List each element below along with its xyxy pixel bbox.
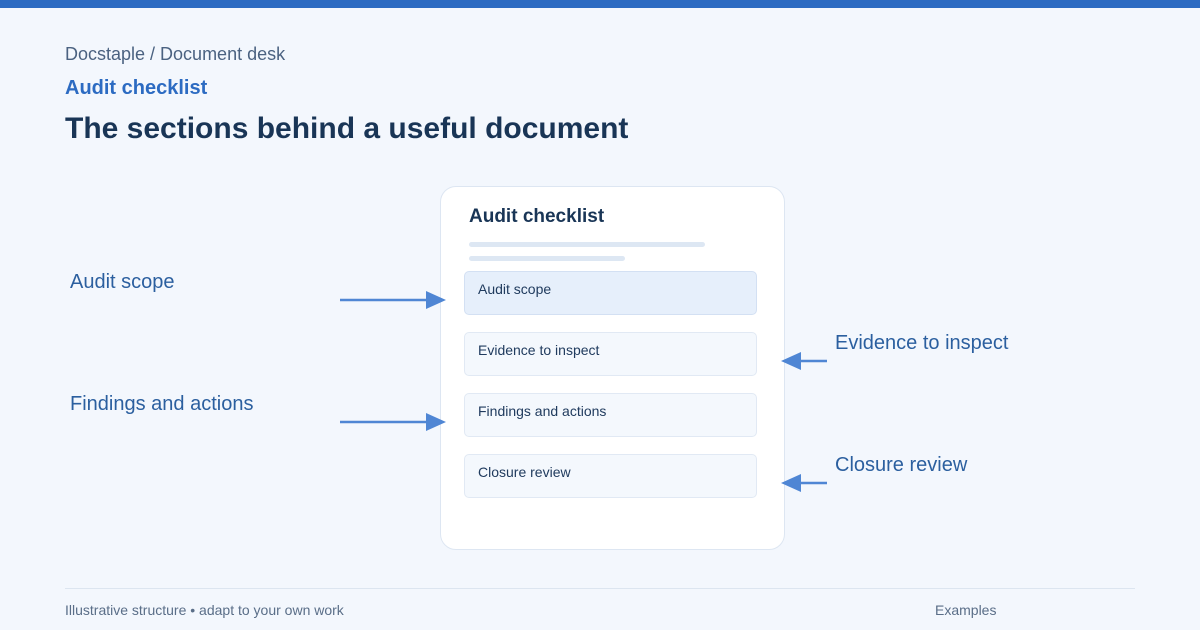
footer-note: Illustrative structure • adapt to your o…	[65, 602, 344, 618]
document-placeholder-line	[469, 242, 705, 247]
top-accent-bar	[0, 0, 1200, 8]
document-section-audit-scope: Audit scope	[464, 271, 757, 315]
page-title: The sections behind a useful document	[65, 112, 629, 145]
callout-findings: Findings and actions	[70, 393, 254, 415]
document-section-findings: Findings and actions	[464, 393, 757, 437]
arrow-right-icon	[340, 413, 446, 431]
page-eyebrow: Audit checklist	[65, 77, 208, 99]
document-title: Audit checklist	[469, 206, 605, 227]
arrow-left-icon	[781, 474, 827, 492]
footer-examples-link[interactable]: Examples	[935, 602, 996, 618]
callout-evidence: Evidence to inspect	[835, 332, 1009, 354]
breadcrumb[interactable]: Docstaple / Document desk	[65, 44, 285, 65]
document-section-closure: Closure review	[464, 454, 757, 498]
arrow-right-icon	[340, 291, 446, 309]
document-placeholder-line	[469, 256, 625, 261]
document-section-evidence: Evidence to inspect	[464, 332, 757, 376]
arrow-left-icon	[781, 352, 827, 370]
callout-audit-scope: Audit scope	[70, 271, 175, 293]
footer-divider	[65, 588, 1135, 589]
document-preview-card: Audit checklist Audit scope Evidence to …	[440, 186, 785, 550]
callout-closure: Closure review	[835, 454, 968, 476]
